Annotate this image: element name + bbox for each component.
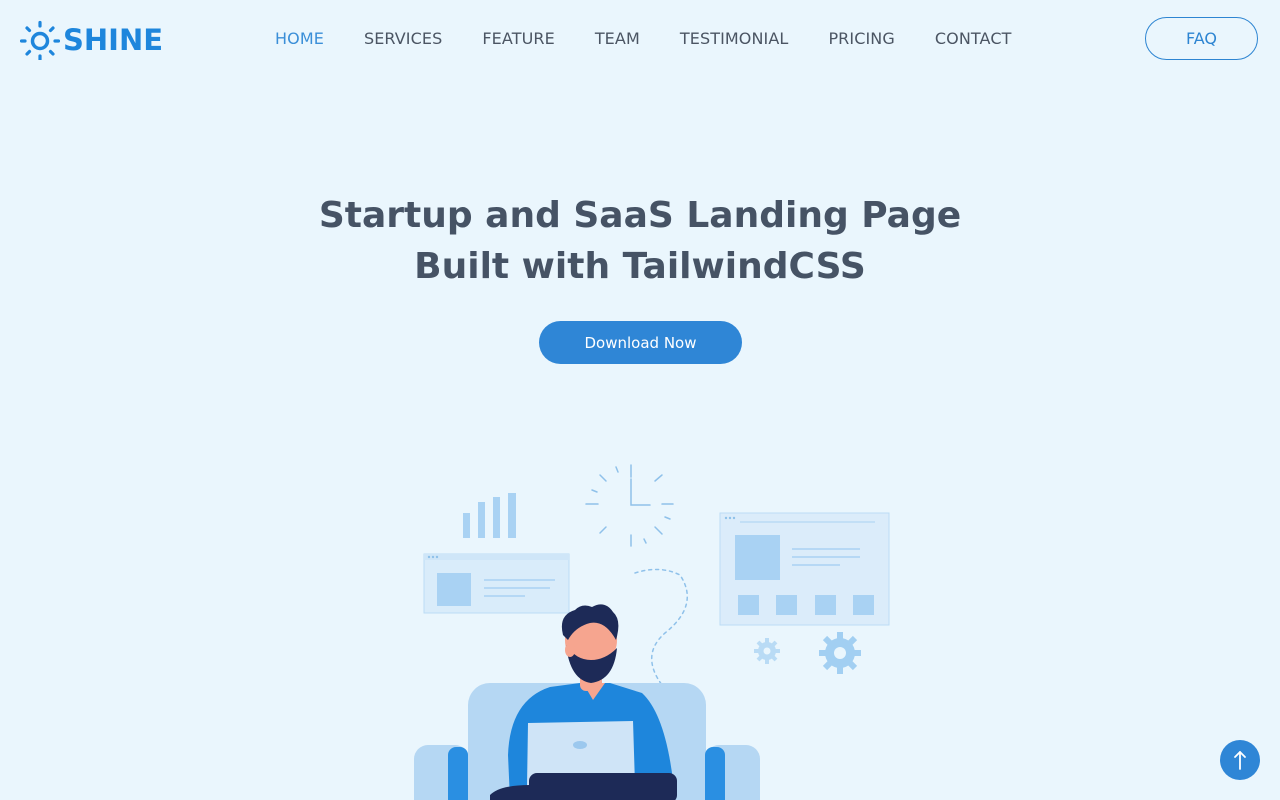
sun-icon bbox=[20, 20, 60, 60]
navbar: SHINE HOME SERVICES FEATURE TEAM TESTIMO… bbox=[0, 0, 1280, 80]
brand-name: SHINE bbox=[63, 22, 164, 57]
faq-button[interactable]: FAQ bbox=[1145, 17, 1258, 60]
nav-item-testimonial[interactable]: TESTIMONIAL bbox=[680, 29, 789, 49]
nav-item-feature[interactable]: FEATURE bbox=[482, 29, 554, 49]
nav-item-team[interactable]: TEAM bbox=[595, 29, 640, 49]
dashboard-window-icon bbox=[719, 512, 890, 626]
scroll-to-top-button[interactable] bbox=[1220, 740, 1260, 780]
brand-logo[interactable]: SHINE bbox=[20, 18, 163, 62]
bar-chart-icon bbox=[463, 493, 516, 538]
nav-item-services[interactable]: SERVICES bbox=[364, 29, 442, 49]
hero-title: Startup and SaaS Landing Page Built with… bbox=[0, 190, 1280, 292]
gear-icon bbox=[819, 632, 861, 674]
browser-window-icon bbox=[423, 553, 570, 614]
nav-item-home[interactable]: HOME bbox=[275, 29, 324, 49]
hero-title-line-1: Startup and SaaS Landing Page bbox=[318, 195, 962, 236]
download-now-button[interactable]: Download Now bbox=[539, 321, 742, 364]
nav-item-contact[interactable]: CONTACT bbox=[935, 29, 1012, 49]
main-nav: HOME SERVICES FEATURE TEAM TESTIMONIAL P… bbox=[275, 29, 1011, 49]
hero-title-line-2: Built with TailwindCSS bbox=[414, 246, 866, 287]
arrow-up-icon bbox=[1234, 751, 1246, 770]
gear-icon bbox=[754, 638, 780, 664]
nav-item-pricing[interactable]: PRICING bbox=[828, 29, 894, 49]
hero-illustration bbox=[414, 464, 890, 800]
